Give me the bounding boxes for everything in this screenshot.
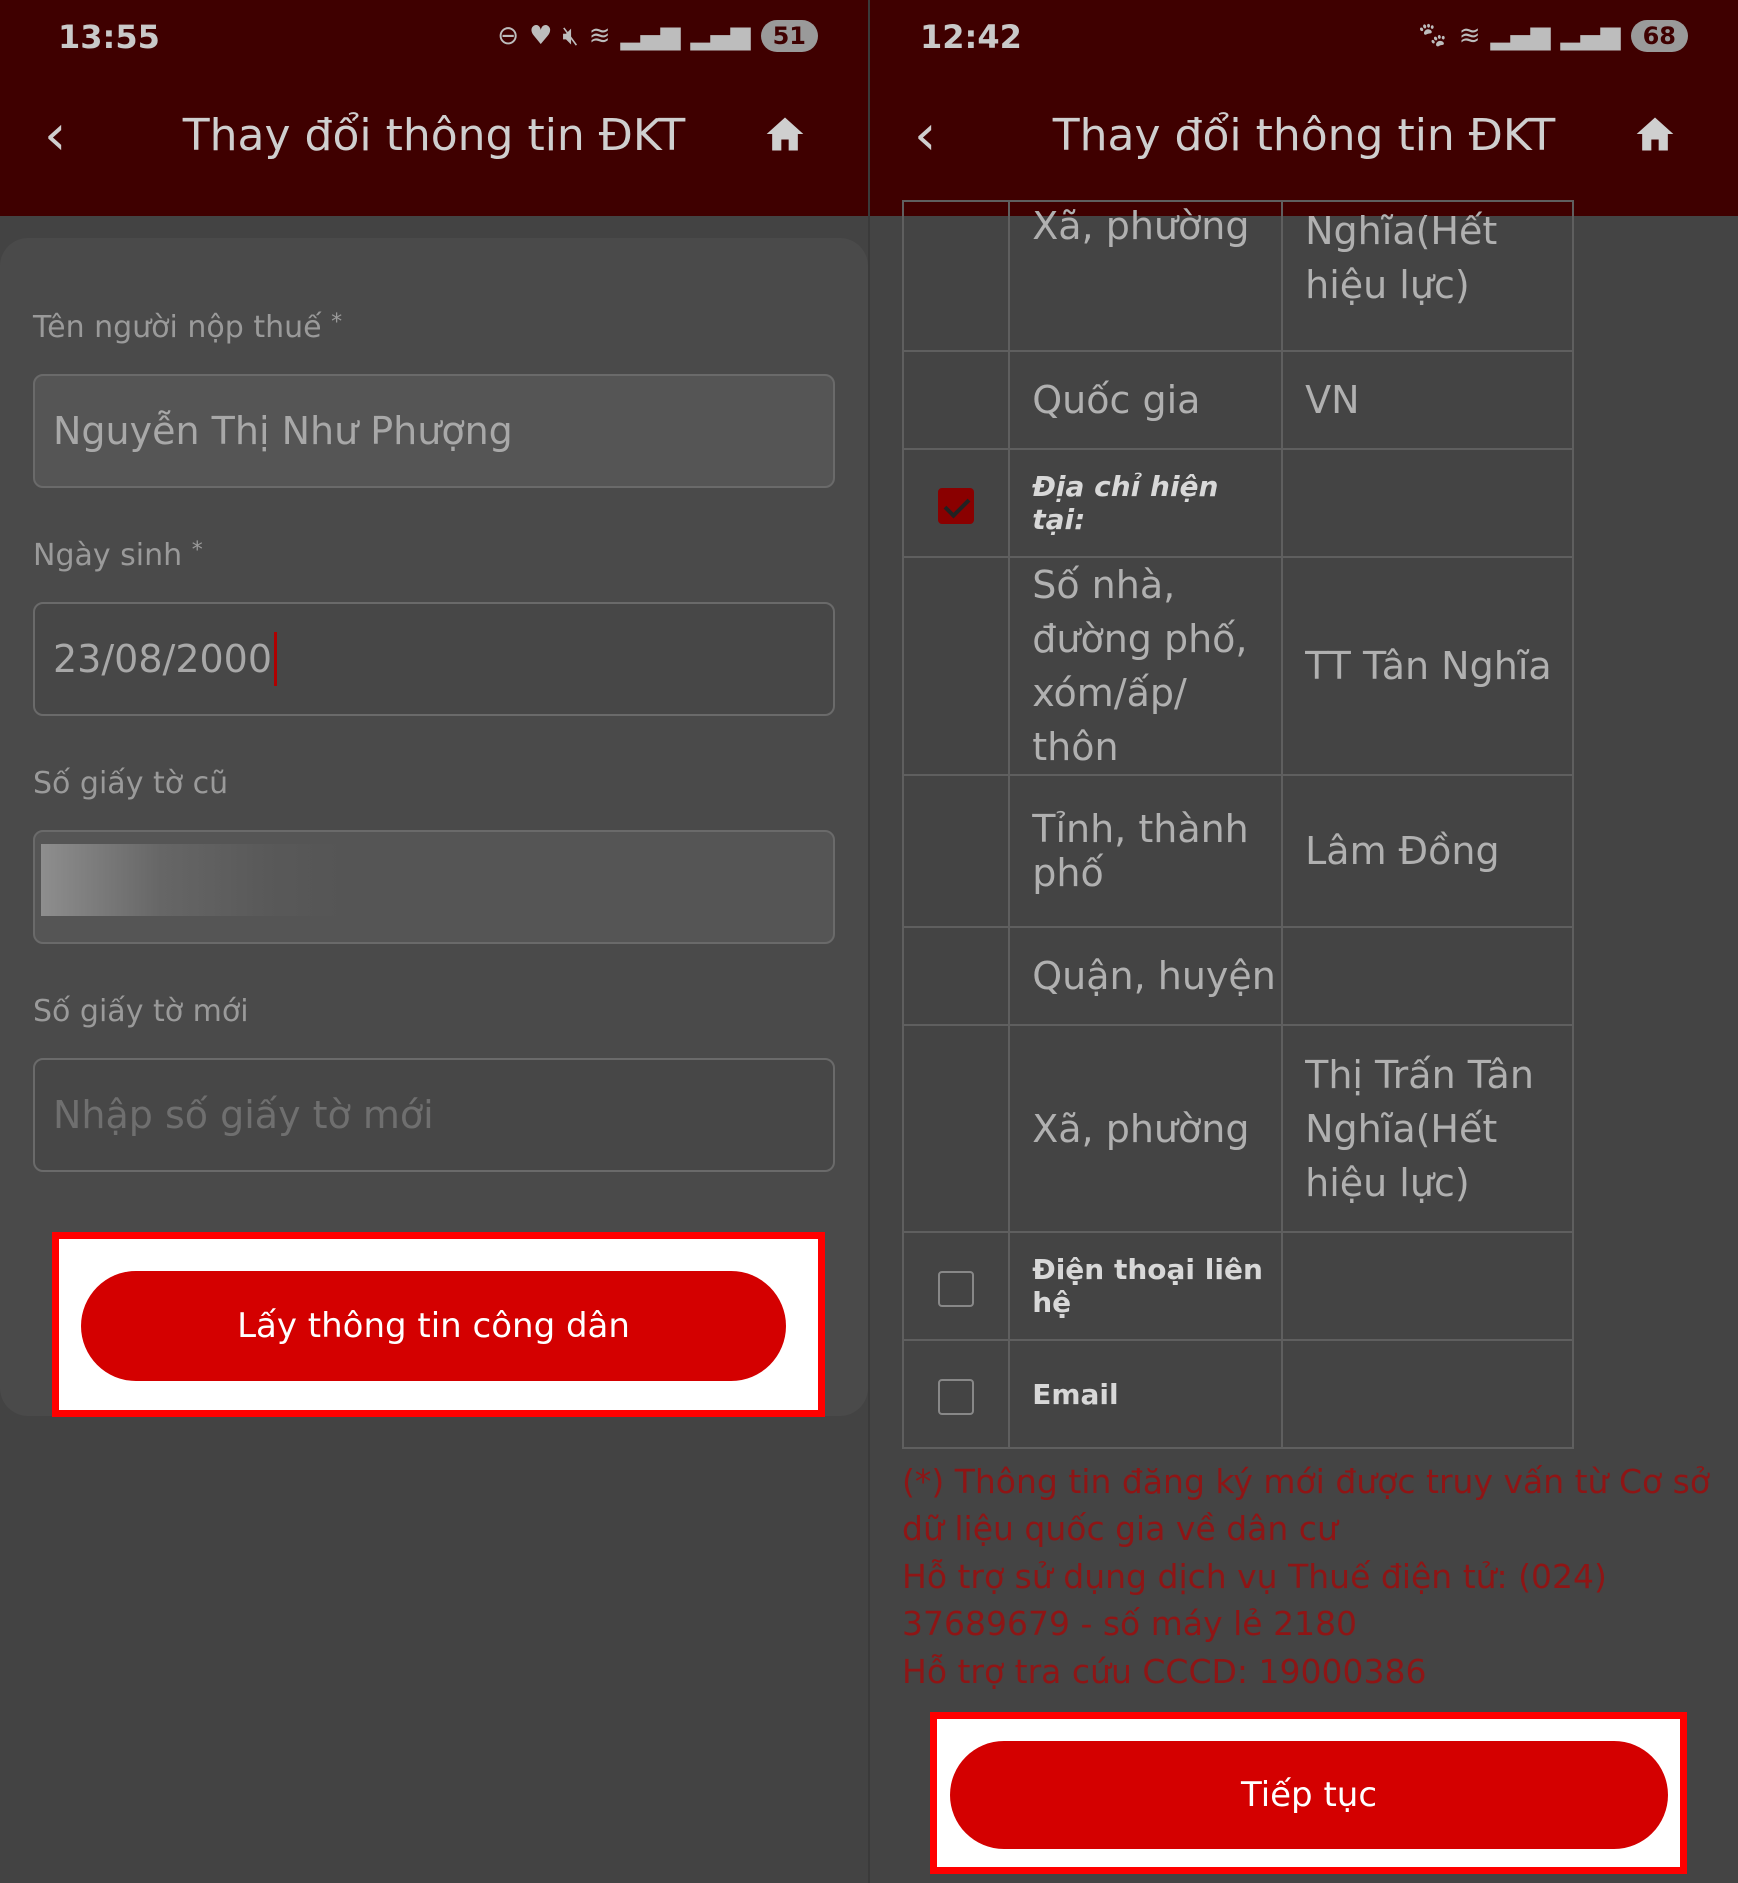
signal-icon-2: ▂▄▆ bbox=[690, 21, 751, 51]
page-title: Thay đổi thông tin ĐKT bbox=[1052, 110, 1556, 161]
table-row: Xã, phường Nghĩa(Hết hiệu lực) bbox=[901, 200, 1574, 352]
status-time: 13:55 bbox=[58, 18, 160, 56]
left-screen: 13:55 ⊖ ♥ 🔇︎ ≋ ▂▄▆ ▂▄▆ 51 ‹ Thay đổi thô… bbox=[0, 0, 868, 1883]
table-row: Quận, huyện bbox=[901, 926, 1574, 1026]
text-caret bbox=[274, 632, 278, 686]
status-bar: 12:42 🐾︎ ≋ ▂▄▆ ▂▄▆ 68 bbox=[870, 0, 1738, 78]
old-doc-label: Số giấy tờ cũ bbox=[33, 766, 229, 801]
current-address-checkbox[interactable] bbox=[938, 487, 975, 524]
taxpayer-label: Tên người nộp thuế * bbox=[33, 310, 343, 345]
continue-button[interactable]: Tiếp tục bbox=[950, 1741, 1668, 1849]
note-cccd-support: Hỗ trợ tra cứu CCCD: 19000386 bbox=[902, 1652, 1427, 1691]
taxpayer-input[interactable]: Nguyễn Thị Như Phượng bbox=[33, 374, 835, 488]
highlight-box: Lấy thông tin công dân bbox=[52, 1232, 825, 1417]
old-doc-input bbox=[33, 830, 835, 944]
paw-icon: 🐾︎ bbox=[1415, 21, 1449, 51]
home-icon[interactable] bbox=[762, 112, 808, 156]
app-header: ‹ Thay đổi thông tin ĐKT bbox=[0, 78, 868, 216]
phone-checkbox[interactable] bbox=[938, 1270, 975, 1307]
app-header: ‹ Thay đổi thông tin ĐKT bbox=[870, 78, 1738, 216]
table-row: Địa chỉ hiện tại: bbox=[901, 448, 1574, 558]
note-support-phone: Hỗ trợ sử dụng dịch vụ Thuế điện tử: (02… bbox=[902, 1557, 1607, 1643]
wifi-icon: ≋ bbox=[588, 21, 611, 51]
signal-icon-2: ▂▄▆ bbox=[1560, 21, 1621, 51]
table-row: Điện thoại liên hệ bbox=[901, 1231, 1574, 1341]
highlight-box: Tiếp tục bbox=[930, 1712, 1687, 1874]
signal-icon: ▂▄▆ bbox=[620, 21, 681, 51]
status-icons: 🐾︎ ≋ ▂▄▆ ▂▄▆ 68 bbox=[1416, 20, 1688, 52]
page-title: Thay đổi thông tin ĐKT bbox=[182, 110, 686, 161]
table-row: Email bbox=[901, 1339, 1574, 1449]
status-time: 12:42 bbox=[920, 18, 1022, 56]
right-screen: 12:42 🐾︎ ≋ ▂▄▆ ▂▄▆ 68 ‹ Thay đổi thông t… bbox=[870, 0, 1738, 1883]
mute-icon: 🔇︎ bbox=[562, 20, 579, 51]
wifi-icon: ≋ bbox=[1458, 21, 1481, 51]
dob-label: Ngày sinh * bbox=[33, 538, 203, 573]
note-source: (*) Thông tin đăng ký mới được truy vấn … bbox=[902, 1462, 1711, 1548]
email-checkbox[interactable] bbox=[938, 1378, 975, 1415]
new-doc-input[interactable]: Nhập số giấy tờ mới bbox=[33, 1058, 835, 1172]
dnd-icon: ⊖ bbox=[497, 21, 520, 51]
status-icons: ⊖ ♥ 🔇︎ ≋ ▂▄▆ ▂▄▆ 51 bbox=[497, 20, 818, 52]
home-icon[interactable] bbox=[1632, 112, 1678, 156]
dob-input[interactable]: 23/08/2000 bbox=[33, 602, 835, 716]
table-row: Tỉnh, thành phố Lâm Đồng bbox=[901, 774, 1574, 928]
new-doc-label: Số giấy tờ mới bbox=[33, 994, 249, 1029]
get-citizen-info-button[interactable]: Lấy thông tin công dân bbox=[81, 1271, 786, 1381]
table-row: Xã, phường Thị Trấn Tân Nghĩa(Hết hiệu l… bbox=[901, 1024, 1574, 1233]
heart-icon: ♥ bbox=[529, 21, 553, 51]
battery-icon: 68 bbox=[1630, 20, 1688, 52]
signal-icon: ▂▄▆ bbox=[1490, 21, 1551, 51]
table-row: Quốc gia VN bbox=[901, 350, 1574, 450]
status-bar: 13:55 ⊖ ♥ 🔇︎ ≋ ▂▄▆ ▂▄▆ 51 bbox=[0, 0, 868, 78]
table-row: Số nhà, đường phố, xóm/ấp/ thôn TT Tân N… bbox=[901, 556, 1574, 776]
battery-icon: 51 bbox=[760, 20, 818, 52]
redacted-value bbox=[41, 844, 341, 916]
info-table: Xã, phường Nghĩa(Hết hiệu lực) Quốc gia … bbox=[901, 200, 1574, 1449]
